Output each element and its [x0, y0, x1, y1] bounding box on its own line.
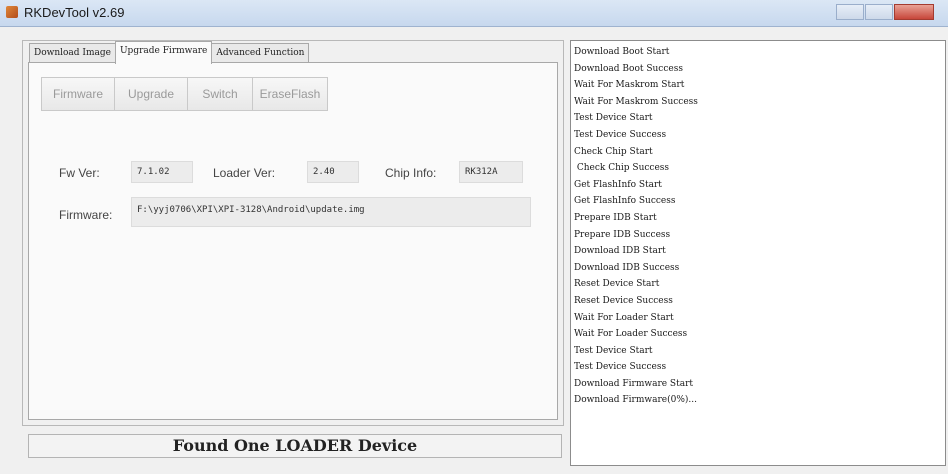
chip-info-label: Chip Info:	[385, 166, 437, 180]
log-line: Get FlashInfo Success	[574, 196, 676, 207]
minimize-button[interactable]	[836, 4, 864, 20]
fw-ver-field: 7.1.02	[131, 161, 193, 183]
log-line: Prepare IDB Success	[574, 229, 671, 240]
log-list: Download Boot Start Download Boot Success…	[571, 41, 945, 409]
log-panel[interactable]: Download Boot Start Download Boot Success…	[570, 40, 946, 466]
log-line: Test Device Start	[574, 345, 653, 356]
firmware-button[interactable]: Firmware	[41, 77, 115, 111]
log-line: Reset Device Success	[574, 295, 673, 306]
tab-advanced-function[interactable]: Advanced Function	[211, 43, 310, 64]
log-line: Check Chip Start	[574, 146, 653, 157]
erase-flash-button[interactable]: EraseFlash	[252, 77, 328, 111]
firmware-path-field[interactable]: F:\yyj0706\XPI\XPI-3128\Android\update.i…	[131, 197, 531, 227]
loader-ver-field: 2.40	[307, 161, 359, 183]
log-line: Download IDB Start	[574, 246, 666, 257]
log-line: Prepare IDB Start	[574, 212, 657, 223]
window-title: RKDevTool v2.69	[24, 5, 125, 20]
upgrade-firmware-page: Firmware Upgrade Switch EraseFlash Fw Ve…	[28, 62, 558, 420]
switch-button[interactable]: Switch	[187, 77, 253, 111]
log-line: Download Firmware Start	[574, 378, 694, 389]
status-bar: Found One LOADER Device	[28, 434, 562, 458]
log-line: Test Device Success	[574, 129, 667, 140]
firmware-label: Firmware:	[59, 208, 113, 222]
chip-info-field: RK312A	[459, 161, 523, 183]
status-text: Found One LOADER Device	[172, 436, 418, 455]
action-buttons: Firmware Upgrade Switch EraseFlash	[41, 77, 328, 111]
log-line: Test Device Success	[574, 362, 667, 373]
log-line: Download Boot Start	[574, 47, 670, 57]
log-line: Reset Device Start	[574, 279, 660, 290]
title-bar: RKDevTool v2.69	[0, 0, 948, 27]
log-line: Download IDB Success	[574, 262, 680, 273]
log-line: Test Device Start	[574, 113, 653, 124]
log-line: Download Boot Success	[574, 63, 683, 74]
log-line: Wait For Maskrom Start	[574, 80, 685, 91]
log-line: Get FlashInfo Start	[574, 179, 662, 190]
tab-download-image[interactable]: Download Image	[29, 43, 116, 64]
upgrade-button[interactable]: Upgrade	[114, 77, 188, 111]
log-line: Wait For Loader Start	[574, 312, 674, 323]
tab-strip: Download Image Upgrade Firmware Advanced…	[29, 41, 310, 64]
log-line: Check Chip Success	[574, 163, 670, 174]
app-icon	[6, 6, 18, 18]
tab-upgrade-firmware[interactable]: Upgrade Firmware	[114, 41, 213, 64]
main-panel: Download Image Upgrade Firmware Advanced…	[22, 40, 564, 426]
window-controls	[835, 4, 934, 20]
loader-ver-label: Loader Ver:	[213, 166, 276, 180]
fw-ver-label: Fw Ver:	[59, 166, 100, 180]
log-line: Wait For Maskrom Success	[574, 96, 698, 107]
log-line: Download Firmware(0%)...	[574, 395, 697, 406]
maximize-button[interactable]	[865, 4, 893, 20]
close-button[interactable]	[894, 4, 934, 20]
log-line: Wait For Loader Success	[574, 329, 688, 340]
